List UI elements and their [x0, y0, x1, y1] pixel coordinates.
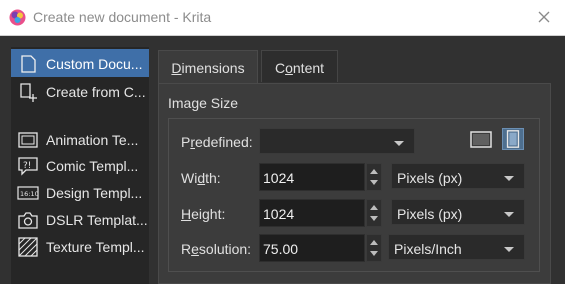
landscape-orientation-icon[interactable]: [470, 128, 492, 150]
chevron-down-icon[interactable]: [370, 180, 378, 185]
tab-dimensions[interactable]: Dimensions: [158, 50, 258, 84]
resolution-label: Resolution:: [181, 241, 252, 257]
height-stepper[interactable]: [366, 199, 382, 227]
height-unit-dropdown[interactable]: Pixels (px): [391, 199, 525, 225]
resolution-unit-value: Pixels/Inch: [394, 241, 462, 257]
sidebar-item-label: DSLR Templat...: [46, 212, 148, 228]
width-stepper[interactable]: [366, 163, 382, 191]
height-label: Height:: [181, 206, 226, 222]
camera-icon: [18, 212, 38, 229]
predefined-label: Predefined:: [181, 134, 253, 150]
chevron-down-icon: [504, 247, 514, 252]
chevron-up-icon[interactable]: [370, 205, 378, 210]
resolution-unit-dropdown[interactable]: Pixels/Inch: [388, 234, 525, 260]
close-icon[interactable]: [534, 7, 554, 27]
portrait-orientation-icon[interactable]: [502, 128, 524, 150]
predefined-dropdown[interactable]: [259, 128, 415, 154]
chevron-down-icon: [394, 141, 404, 146]
chevron-up-icon[interactable]: [370, 169, 378, 174]
resolution-value: 75.00: [263, 241, 299, 257]
sidebar-item-animation-templates[interactable]: Animation Te...: [11, 125, 149, 153]
width-unit-value: Pixels (px): [397, 170, 463, 186]
design-template-icon: 16:10: [17, 186, 39, 200]
title-bar: Create new document - Krita: [0, 0, 565, 36]
width-input[interactable]: 1024: [259, 163, 365, 191]
chevron-down-icon[interactable]: [370, 251, 378, 256]
window-title: Create new document - Krita: [33, 9, 212, 25]
sidebar-item-comic-templates[interactable]: ?! Comic Templ...: [11, 151, 149, 179]
sidebar-item-label: Comic Templ...: [46, 158, 139, 174]
new-from-clipboard-icon: [20, 83, 37, 102]
chevron-down-icon[interactable]: [370, 216, 378, 221]
sidebar-item-custom-document[interactable]: Custom Docu...: [11, 49, 149, 77]
svg-text:16:10: 16:10: [20, 190, 39, 198]
texture-template-icon: [18, 237, 38, 257]
height-unit-value: Pixels (px): [397, 206, 463, 222]
sidebar-item-dslr-templates[interactable]: DSLR Templat...: [11, 205, 149, 233]
height-value: 1024: [263, 206, 295, 222]
sidebar-item-design-templates[interactable]: 16:10 Design Templ...: [11, 178, 149, 206]
sidebar-item-label: Animation Te...: [46, 132, 139, 148]
width-value: 1024: [263, 170, 295, 186]
krita-logo-icon: [9, 9, 26, 26]
sidebar-item-texture-templates[interactable]: Texture Templ...: [11, 232, 149, 260]
sidebar-item-label: Create from C...: [46, 84, 146, 100]
tab-content[interactable]: Content: [261, 50, 338, 82]
width-unit-dropdown[interactable]: Pixels (px): [391, 163, 525, 189]
sidebar-item-create-from-clipboard[interactable]: Create from C...: [11, 77, 149, 105]
tab-dimensions-label: Dimensions: [171, 60, 245, 76]
resolution-input[interactable]: 75.00: [259, 234, 365, 262]
comic-template-icon: ?!: [18, 157, 38, 176]
chevron-down-icon: [504, 176, 514, 181]
chevron-up-icon[interactable]: [370, 240, 378, 245]
resolution-stepper[interactable]: [366, 234, 382, 262]
image-size-group-title: Image Size: [168, 95, 239, 111]
svg-text:?!: ?!: [23, 161, 31, 171]
width-label: Width:: [181, 170, 221, 186]
height-input[interactable]: 1024: [259, 199, 365, 227]
animation-template-icon: [18, 132, 38, 148]
sidebar-item-label: Texture Templ...: [46, 239, 145, 255]
document-icon: [21, 55, 36, 73]
tab-content-label: Content: [274, 60, 325, 76]
sidebar-item-label: Custom Docu...: [46, 56, 143, 72]
sidebar-item-label: Design Templ...: [46, 185, 143, 201]
template-sidebar: Custom Docu... Create from C... Animatio…: [11, 47, 149, 284]
chevron-down-icon: [504, 212, 514, 217]
